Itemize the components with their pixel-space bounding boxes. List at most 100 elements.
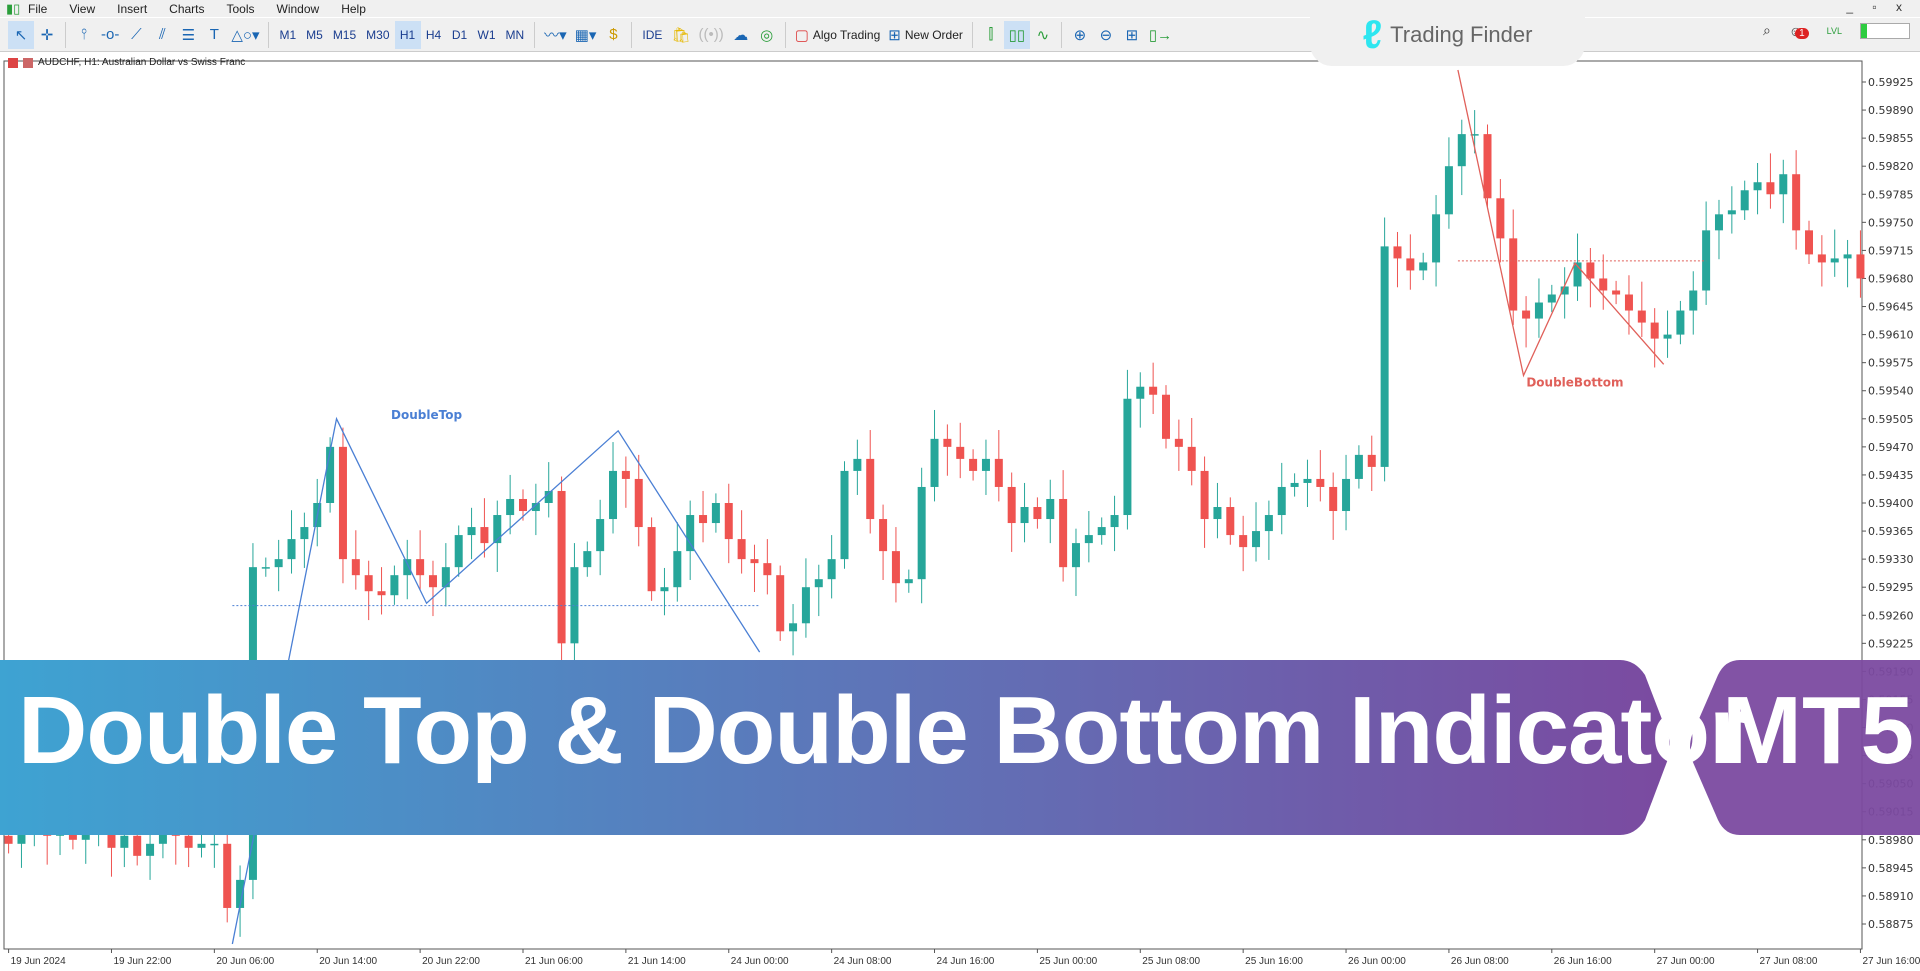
zoom-out-icon[interactable]: ⊖ <box>1093 21 1119 49</box>
timeframe-m1[interactable]: M1 <box>274 21 301 49</box>
candle-bearish <box>557 490 566 644</box>
candle-bullish <box>274 559 283 568</box>
price-chart[interactable]: 0.59925 0.59890 0.59855 0.59820 0.59785 0.597… <box>0 52 1920 971</box>
horizontal-line-icon[interactable]: -o- <box>97 21 123 49</box>
fibonacci-icon[interactable]: ☰ <box>175 21 201 49</box>
candle-bearish <box>647 527 656 592</box>
menu-charts[interactable]: Charts <box>169 2 204 16</box>
toolbar-right: ⌕ ☺1 LVL <box>1763 22 1910 39</box>
candle-bullish <box>390 575 399 596</box>
channel-icon[interactable]: ⫽ <box>149 21 175 49</box>
candle-bullish <box>1084 535 1093 544</box>
market-bag-icon[interactable]: 🛍 <box>667 21 694 49</box>
candle-bullish <box>454 535 463 568</box>
shapes-icon[interactable]: △○▾ <box>227 21 263 49</box>
menu-window[interactable]: Window <box>277 2 320 16</box>
autoscroll-icon[interactable]: ▯→ <box>1145 21 1176 49</box>
account-icon[interactable]: ☺1 <box>1789 23 1809 39</box>
templates-icon[interactable]: ▦▾ <box>571 21 601 49</box>
text-icon[interactable]: T <box>201 21 227 49</box>
menu-help[interactable]: Help <box>341 2 366 16</box>
candle-bullish <box>1110 515 1119 528</box>
time-tick-label: 21 Jun 14:00 <box>628 956 686 967</box>
candle-bearish <box>1367 454 1376 467</box>
candle-bullish <box>840 470 849 560</box>
candle-bearish <box>1226 507 1235 536</box>
search-icon[interactable]: ⌕ <box>1763 22 1771 39</box>
time-tick-label: 19 Jun 22:00 <box>113 956 171 967</box>
candle-bullish <box>1534 302 1543 319</box>
new-order-button[interactable]: ⊞ New Order <box>884 21 967 49</box>
price-tick-label: 0.59645 <box>1868 301 1914 314</box>
price-tick-label: 0.59365 <box>1868 525 1914 538</box>
chart-grid-icon <box>8 57 18 68</box>
time-tick-label: 25 Jun 00:00 <box>1039 956 1097 967</box>
timeframe-mn[interactable]: MN <box>501 21 530 49</box>
cloud-icon[interactable]: ☁ <box>728 21 754 49</box>
candle-bullish <box>94 823 103 832</box>
timeframe-m30[interactable]: M30 <box>361 21 394 49</box>
candle-bearish <box>1496 198 1505 239</box>
tile-windows-icon[interactable]: ⊞ <box>1119 21 1145 49</box>
candle-bullish <box>1432 214 1441 263</box>
algo-trading-button[interactable]: ▢ Algo Trading <box>791 21 885 49</box>
crosshair-icon[interactable]: ✛ <box>34 21 60 49</box>
candle-bullish <box>1354 454 1363 479</box>
candle-bearish <box>866 458 875 520</box>
candle-bearish <box>223 843 232 908</box>
timeframe-w1[interactable]: W1 <box>473 21 501 49</box>
timeframe-h1[interactable]: H1 <box>394 20 421 49</box>
candle-bullish <box>660 587 669 592</box>
candle-bearish <box>43 823 52 836</box>
candle-bullish <box>853 458 862 471</box>
ide-button[interactable]: IDE <box>637 21 667 49</box>
vertical-line-icon[interactable]: ⫯ <box>71 21 97 49</box>
candle-bullish <box>1277 486 1286 516</box>
candle-bullish <box>1753 182 1762 191</box>
menu-view[interactable]: View <box>69 2 95 16</box>
bar-chart-icon[interactable]: ⫿ <box>978 21 1004 49</box>
menu-file[interactable]: File <box>28 2 47 16</box>
cursor-icon[interactable]: ↖ <box>8 20 34 49</box>
zoom-in-icon[interactable]: ⊕ <box>1067 21 1093 49</box>
candle-bearish <box>1856 254 1865 279</box>
candle-bearish <box>1149 386 1158 395</box>
menu-tools[interactable]: Tools <box>227 2 255 16</box>
price-tick-label: 0.59540 <box>1868 385 1914 398</box>
candle-bullish <box>81 831 90 840</box>
divider <box>65 21 66 48</box>
candle-bearish <box>1033 507 1042 520</box>
app-logo-icon: ▮▯ <box>6 0 21 16</box>
timeframe-h4[interactable]: H4 <box>421 21 447 49</box>
indicators-icon[interactable]: 〰▾ <box>540 21 571 49</box>
divider <box>784 21 786 48</box>
candle-bullish <box>197 843 206 848</box>
candle-bullish <box>789 623 798 632</box>
candle-bearish <box>1483 134 1492 199</box>
candle-bullish <box>506 498 515 516</box>
timeframe-m5[interactable]: M5 <box>301 21 328 49</box>
timeframe-d1[interactable]: D1 <box>447 21 473 49</box>
candle-bullish <box>1689 290 1698 311</box>
candle-bearish <box>969 458 978 471</box>
time-tick-label: 26 Jun 16:00 <box>1554 956 1612 967</box>
vps-icon[interactable]: ◎ <box>754 21 780 49</box>
price-tick-label: 0.58945 <box>1868 862 1914 875</box>
price-tick-label: 0.59715 <box>1868 244 1914 257</box>
candle-bullish <box>583 551 592 568</box>
dollar-icon[interactable]: $ <box>600 21 626 49</box>
candle-bullish <box>56 827 65 836</box>
candle-bullish <box>1714 214 1723 231</box>
trendline-icon[interactable]: ⟋ <box>123 21 149 49</box>
candle-bearish <box>1509 238 1518 311</box>
menu-insert[interactable]: Insert <box>117 2 147 16</box>
line-chart-icon[interactable]: ∿ <box>1030 21 1056 49</box>
candlestick-icon[interactable]: ▯▯ <box>1003 20 1030 49</box>
window-controls[interactable]: _ ▫ x <box>1846 0 1910 14</box>
stop-icon: ▢ <box>794 26 809 44</box>
divider <box>534 21 536 48</box>
candle-bullish <box>1830 258 1839 263</box>
candle-bearish <box>1239 535 1248 548</box>
signals-icon[interactable]: ((•)) <box>694 21 727 49</box>
timeframe-m15[interactable]: M15 <box>328 21 361 49</box>
